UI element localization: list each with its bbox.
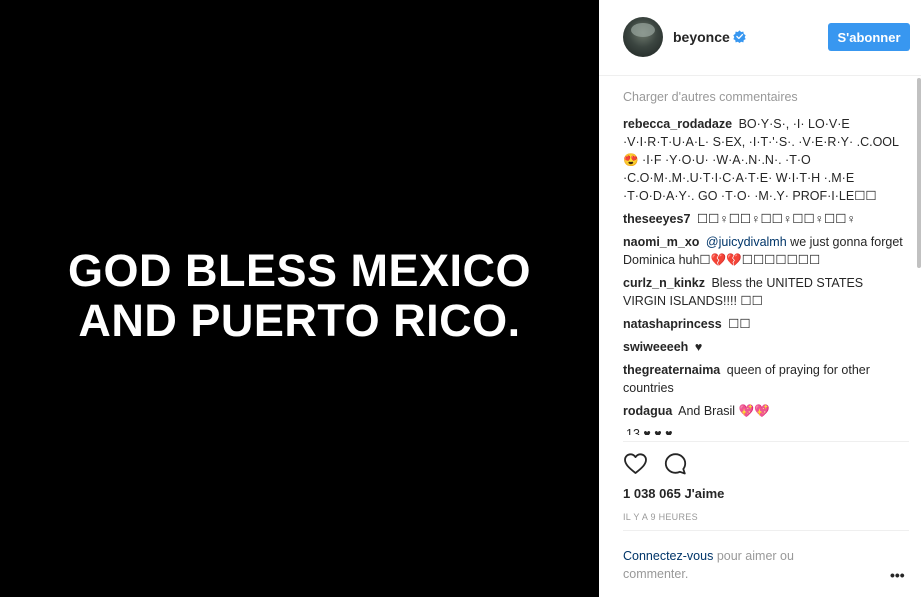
comment-item: rebecca_rodadaze BO·Y·S·, ·I· LO·V·E ·V·… bbox=[623, 115, 905, 205]
comment-username[interactable]: thegreaternaima bbox=[623, 363, 720, 377]
post-sidebar: beyonce S'abonner Charger d'autres comme… bbox=[599, 0, 921, 597]
follow-button[interactable]: S'abonner bbox=[828, 23, 910, 51]
comment-username[interactable]: theseeyes7 bbox=[623, 212, 690, 226]
post-timestamp[interactable]: IL Y A 9 HEURES bbox=[623, 512, 698, 522]
likes-count[interactable]: 1 038 065 J'aime bbox=[623, 486, 724, 501]
post-text-line-1: GOD BLESS MEXICO bbox=[67, 245, 532, 296]
comment-username[interactable]: rodagua bbox=[623, 404, 672, 418]
comment-item: natashaprincess ☐☐ bbox=[623, 315, 905, 333]
load-more-comments-link[interactable]: Charger d'autres commentaires bbox=[623, 88, 905, 106]
comment-item: theseeyes7 ☐☐♀☐☐♀☐☐♀☐☐♀☐☐♀ bbox=[623, 210, 905, 228]
comment-username[interactable]: natashaprincess bbox=[623, 317, 722, 331]
comment-text: ☐☐ bbox=[728, 317, 751, 331]
comments-scrollbar[interactable] bbox=[917, 78, 921, 268]
comment-text: ☐☐♀☐☐♀☐☐♀☐☐♀☐☐♀ bbox=[696, 212, 856, 226]
login-link[interactable]: Connectez-vous bbox=[623, 549, 713, 563]
comment-item: naomi_m_xo @juicydivalmh we just gonna f… bbox=[623, 233, 905, 269]
verified-badge-icon bbox=[733, 30, 746, 43]
comment-text: And Brasil 💖💖 bbox=[678, 404, 770, 418]
more-options-icon[interactable]: ••• bbox=[890, 567, 905, 583]
comment-username[interactable]: swiweeeeh bbox=[623, 340, 688, 354]
divider bbox=[623, 441, 909, 442]
heart-outline-icon[interactable] bbox=[623, 452, 648, 476]
speech-bubble-icon[interactable] bbox=[663, 452, 688, 476]
comment-username[interactable]: naomi_m_xo bbox=[623, 235, 699, 249]
comment-item: swiweeeeh ♥ bbox=[623, 338, 905, 356]
comment-username[interactable]: curlz_n_kinkz bbox=[623, 276, 705, 290]
comment-item: curlz_n_kinkz Bless the UNITED STATES VI… bbox=[623, 274, 905, 310]
comment-mention-link[interactable]: @juicydivalmh bbox=[706, 235, 787, 249]
post-header: beyonce S'abonner bbox=[599, 0, 921, 76]
comment-text: ♥ bbox=[694, 340, 703, 354]
divider bbox=[623, 530, 909, 531]
post-image: GOD BLESS MEXICO AND PUERTO RICO. bbox=[0, 0, 599, 597]
avatar[interactable] bbox=[623, 17, 663, 57]
post-image-text: GOD BLESS MEXICO AND PUERTO RICO. bbox=[68, 246, 531, 346]
login-prompt: Connectez-vous pour aimer ou commenter. bbox=[623, 547, 853, 583]
comment-text: 13 ♥ ♥ ♥ bbox=[626, 427, 673, 435]
username-link[interactable]: beyonce bbox=[673, 29, 730, 45]
comments-list[interactable]: Charger d'autres commentaires rebecca_ro… bbox=[623, 88, 905, 440]
comment-username[interactable]: rebecca_rodadaze bbox=[623, 117, 732, 131]
comment-item: rodagua And Brasil 💖💖 bbox=[623, 402, 905, 420]
post-text-line-2: AND PUERTO RICO. bbox=[78, 295, 521, 346]
comment-item-partial: 13 ♥ ♥ ♥ bbox=[623, 425, 905, 435]
comment-item: thegreaternaima queen of praying for oth… bbox=[623, 361, 905, 397]
